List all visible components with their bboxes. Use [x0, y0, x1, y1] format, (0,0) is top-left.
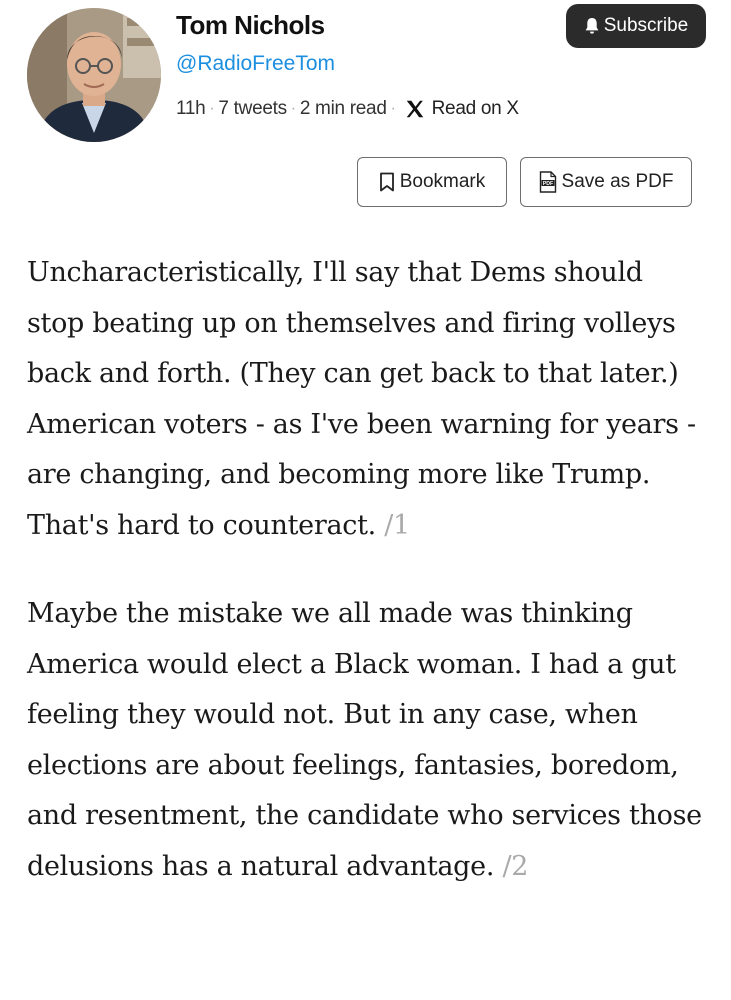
pdf-icon: PDF [539, 171, 556, 193]
time-ago: 11h [176, 98, 206, 119]
bookmark-button[interactable]: Bookmark [357, 157, 507, 207]
author-avatar[interactable] [27, 8, 161, 142]
bookmark-icon [379, 172, 394, 192]
tweet-text: Maybe the mistake we all made was thinki… [27, 598, 702, 882]
svg-text:PDF: PDF [542, 181, 552, 187]
thread-meta: 11h · 7 tweets · 2 min read · Read on X [176, 95, 519, 123]
read-time: 2 min read [299, 98, 387, 119]
tweet-number[interactable]: /1 [384, 510, 410, 541]
subscribe-label: Subscribe [603, 15, 689, 36]
bookmark-label: Bookmark [399, 171, 486, 192]
tweet-count: 7 tweets [218, 98, 287, 119]
save-as-pdf-label: Save as PDF [561, 171, 674, 192]
read-on-x-link[interactable]: Read on X [400, 98, 519, 120]
author-name[interactable]: Tom Nichols [176, 10, 325, 41]
separator-dot: · [290, 100, 296, 117]
tweet-paragraph: Uncharacteristically, I'll say that Dems… [27, 248, 707, 551]
separator-dot: · [390, 100, 396, 117]
read-on-x-label: Read on X [431, 98, 519, 119]
x-logo-icon [406, 100, 423, 118]
bell-icon [585, 18, 599, 34]
save-as-pdf-button[interactable]: PDF Save as PDF [520, 157, 692, 207]
tweet-text: Uncharacteristically, I'll say that Dems… [27, 257, 696, 541]
author-handle[interactable]: @RadioFreeTom [176, 52, 335, 76]
tweet-paragraph: Maybe the mistake we all made was thinki… [27, 589, 707, 892]
subscribe-button[interactable]: Subscribe [566, 4, 706, 48]
separator-dot: · [209, 100, 215, 117]
thread-body: Uncharacteristically, I'll say that Dems… [27, 248, 707, 930]
tweet-number[interactable]: /2 [502, 851, 528, 882]
